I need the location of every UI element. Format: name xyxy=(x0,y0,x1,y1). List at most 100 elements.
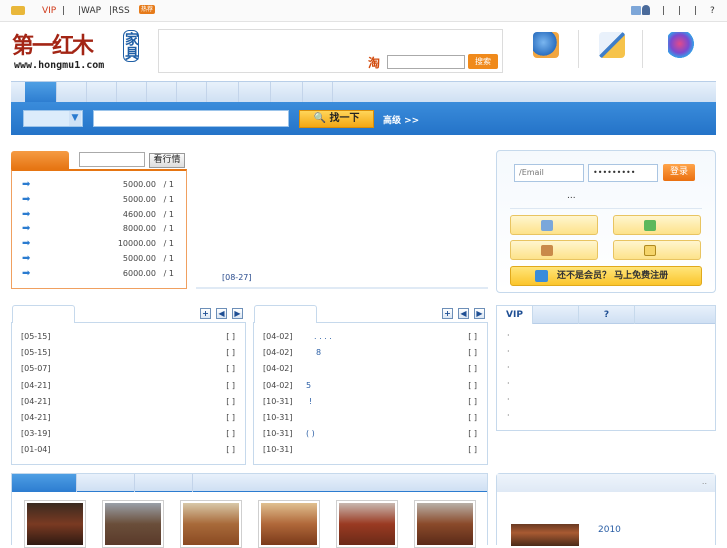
list-item[interactable]: [10-31]( )[ ] xyxy=(254,426,487,442)
arrow-right-icon: ➡ xyxy=(22,179,31,190)
enter-button[interactable] xyxy=(613,215,701,235)
featured-panel: .. 2010 xyxy=(496,473,716,546)
price: 5000.00 xyxy=(122,180,156,189)
chevron-down-icon[interactable]: ▼ xyxy=(69,111,81,126)
add-icon[interactable]: + xyxy=(442,308,453,319)
ranking-input[interactable] xyxy=(79,152,145,167)
news-date[interactable]: [08-27] xyxy=(222,273,252,282)
list-item[interactable]: ➡ 10000.00 / 1 xyxy=(12,237,186,252)
home-icon[interactable] xyxy=(533,32,559,58)
list-item[interactable]: [04-02] 5[ ] xyxy=(254,378,487,394)
featured-image[interactable] xyxy=(511,524,579,546)
taobao-search-input[interactable] xyxy=(387,55,465,69)
list-item[interactable]: · xyxy=(507,331,510,340)
login-links[interactable]: ... xyxy=(567,191,576,201)
gallery-image[interactable] xyxy=(24,500,86,548)
register-button[interactable]: 还不是会员？ 马上免费注册 xyxy=(510,266,702,286)
list-item[interactable]: [01-04][ ] xyxy=(12,442,245,458)
list-item[interactable]: [10-31]![ ] xyxy=(254,394,487,410)
list-item[interactable]: [05-07][ ] xyxy=(12,361,245,377)
nav-tab[interactable] xyxy=(87,82,117,103)
arrow-right-icon: ➡ xyxy=(22,194,31,205)
nav-tab[interactable] xyxy=(57,82,87,103)
list-item[interactable]: [04-21][ ] xyxy=(12,394,245,410)
mail-icon[interactable] xyxy=(631,6,641,15)
prev-icon[interactable]: ◀ xyxy=(216,308,227,319)
post-button[interactable] xyxy=(510,215,598,235)
gallery-image[interactable] xyxy=(258,500,320,548)
gallery-image[interactable] xyxy=(414,500,476,548)
list-item[interactable]: · xyxy=(507,347,510,356)
message-button[interactable] xyxy=(613,240,701,260)
list-item[interactable]: · xyxy=(507,411,510,420)
view-market-button[interactable]: 看行情 xyxy=(149,153,185,168)
vip-link[interactable]: VIP xyxy=(42,6,56,16)
list-item[interactable]: [04-21][ ] xyxy=(12,378,245,394)
tab-vip[interactable]: VIP xyxy=(497,306,533,324)
tab-second[interactable] xyxy=(533,306,579,324)
wrench-icon xyxy=(541,245,553,256)
nav-tab[interactable] xyxy=(271,82,303,103)
list-item[interactable]: [10-31][ ] xyxy=(254,410,487,426)
list-item[interactable]: [10-31][ ] xyxy=(254,442,487,458)
list-item[interactable]: ➡ 5000.00 / 1 xyxy=(12,252,186,267)
prev-icon[interactable]: ◀ xyxy=(458,308,469,319)
list-item[interactable]: ➡ 8000.00 / 1 xyxy=(12,222,186,237)
globe-icon[interactable] xyxy=(668,32,694,58)
nav-tab[interactable] xyxy=(207,82,239,103)
nav-tab[interactable] xyxy=(303,82,333,103)
featured-year[interactable]: 2010 xyxy=(598,525,621,535)
list-item[interactable]: · xyxy=(507,379,510,388)
user-icon[interactable] xyxy=(642,5,650,15)
list-item[interactable]: ➡ 4600.00 / 1 xyxy=(12,208,186,223)
search-input[interactable] xyxy=(93,110,289,127)
list-item[interactable]: [04-02]. . . .[ ] xyxy=(254,329,487,345)
rss-link[interactable]: |RSS xyxy=(109,6,130,16)
add-icon[interactable]: + xyxy=(200,308,211,319)
nav-tab-active[interactable] xyxy=(25,82,57,103)
news-panel-middle: + ◀ ▶ [04-02]. . . .[ ] [04-02] 8[ ] [04-… xyxy=(253,305,488,465)
panel-tab[interactable] xyxy=(254,305,317,323)
nav-tab[interactable] xyxy=(117,82,147,103)
nav-tab[interactable] xyxy=(147,82,177,103)
list-item[interactable]: ➡ 6000.00 / 1 xyxy=(12,267,186,282)
help-link[interactable]: ? xyxy=(710,6,715,16)
list-item[interactable]: [05-15][ ] xyxy=(12,345,245,361)
list-item[interactable]: [04-02] 8[ ] xyxy=(254,345,487,361)
edit-icon[interactable] xyxy=(599,32,625,58)
gallery-image[interactable] xyxy=(180,500,242,548)
gallery-tab-active[interactable] xyxy=(12,474,77,492)
unit: / 1 xyxy=(163,269,174,278)
password-field[interactable]: ••••••••• xyxy=(588,164,658,182)
gallery-image[interactable] xyxy=(336,500,398,548)
top-right-sep-1: | xyxy=(662,6,666,16)
gallery-tab[interactable] xyxy=(77,474,135,492)
list-item[interactable]: ➡ 5000.00 / 1 xyxy=(12,178,186,193)
next-icon[interactable]: ▶ xyxy=(474,308,485,319)
nav-tab[interactable] xyxy=(239,82,271,103)
list-item[interactable]: · xyxy=(507,363,510,372)
login-button[interactable]: 登录 xyxy=(663,164,695,181)
list-item[interactable]: [04-21][ ] xyxy=(12,410,245,426)
taobao-search-button[interactable]: 搜索 xyxy=(468,54,498,69)
list-item[interactable]: · xyxy=(507,395,510,404)
next-icon[interactable]: ▶ xyxy=(232,308,243,319)
advanced-search-link[interactable]: 高级 >> xyxy=(383,113,419,126)
nav-tab[interactable] xyxy=(177,82,207,103)
search-button[interactable]: 🔍 找一下 xyxy=(299,110,374,128)
panel-tab[interactable] xyxy=(12,305,75,323)
more-link[interactable]: .. xyxy=(702,477,707,486)
gallery-tab[interactable] xyxy=(135,474,193,492)
email-field[interactable]: /Email xyxy=(514,164,584,182)
wap-link[interactable]: |WAP xyxy=(78,6,101,16)
site-logo[interactable]: 第一红木 家具 www.hongmu1.com xyxy=(12,28,147,74)
list-item[interactable]: [04-02][ ] xyxy=(254,361,487,377)
ranking-tab[interactable] xyxy=(11,151,69,169)
hot-badge: 热荐 xyxy=(139,5,155,14)
tab-help[interactable]: ? xyxy=(579,306,635,324)
list-item[interactable]: [03-19][ ] xyxy=(12,426,245,442)
tools-button[interactable] xyxy=(510,240,598,260)
list-item[interactable]: ➡ 5000.00 / 1 xyxy=(12,193,186,208)
gallery-image[interactable] xyxy=(102,500,164,548)
list-item[interactable]: [05-15][ ] xyxy=(12,329,245,345)
